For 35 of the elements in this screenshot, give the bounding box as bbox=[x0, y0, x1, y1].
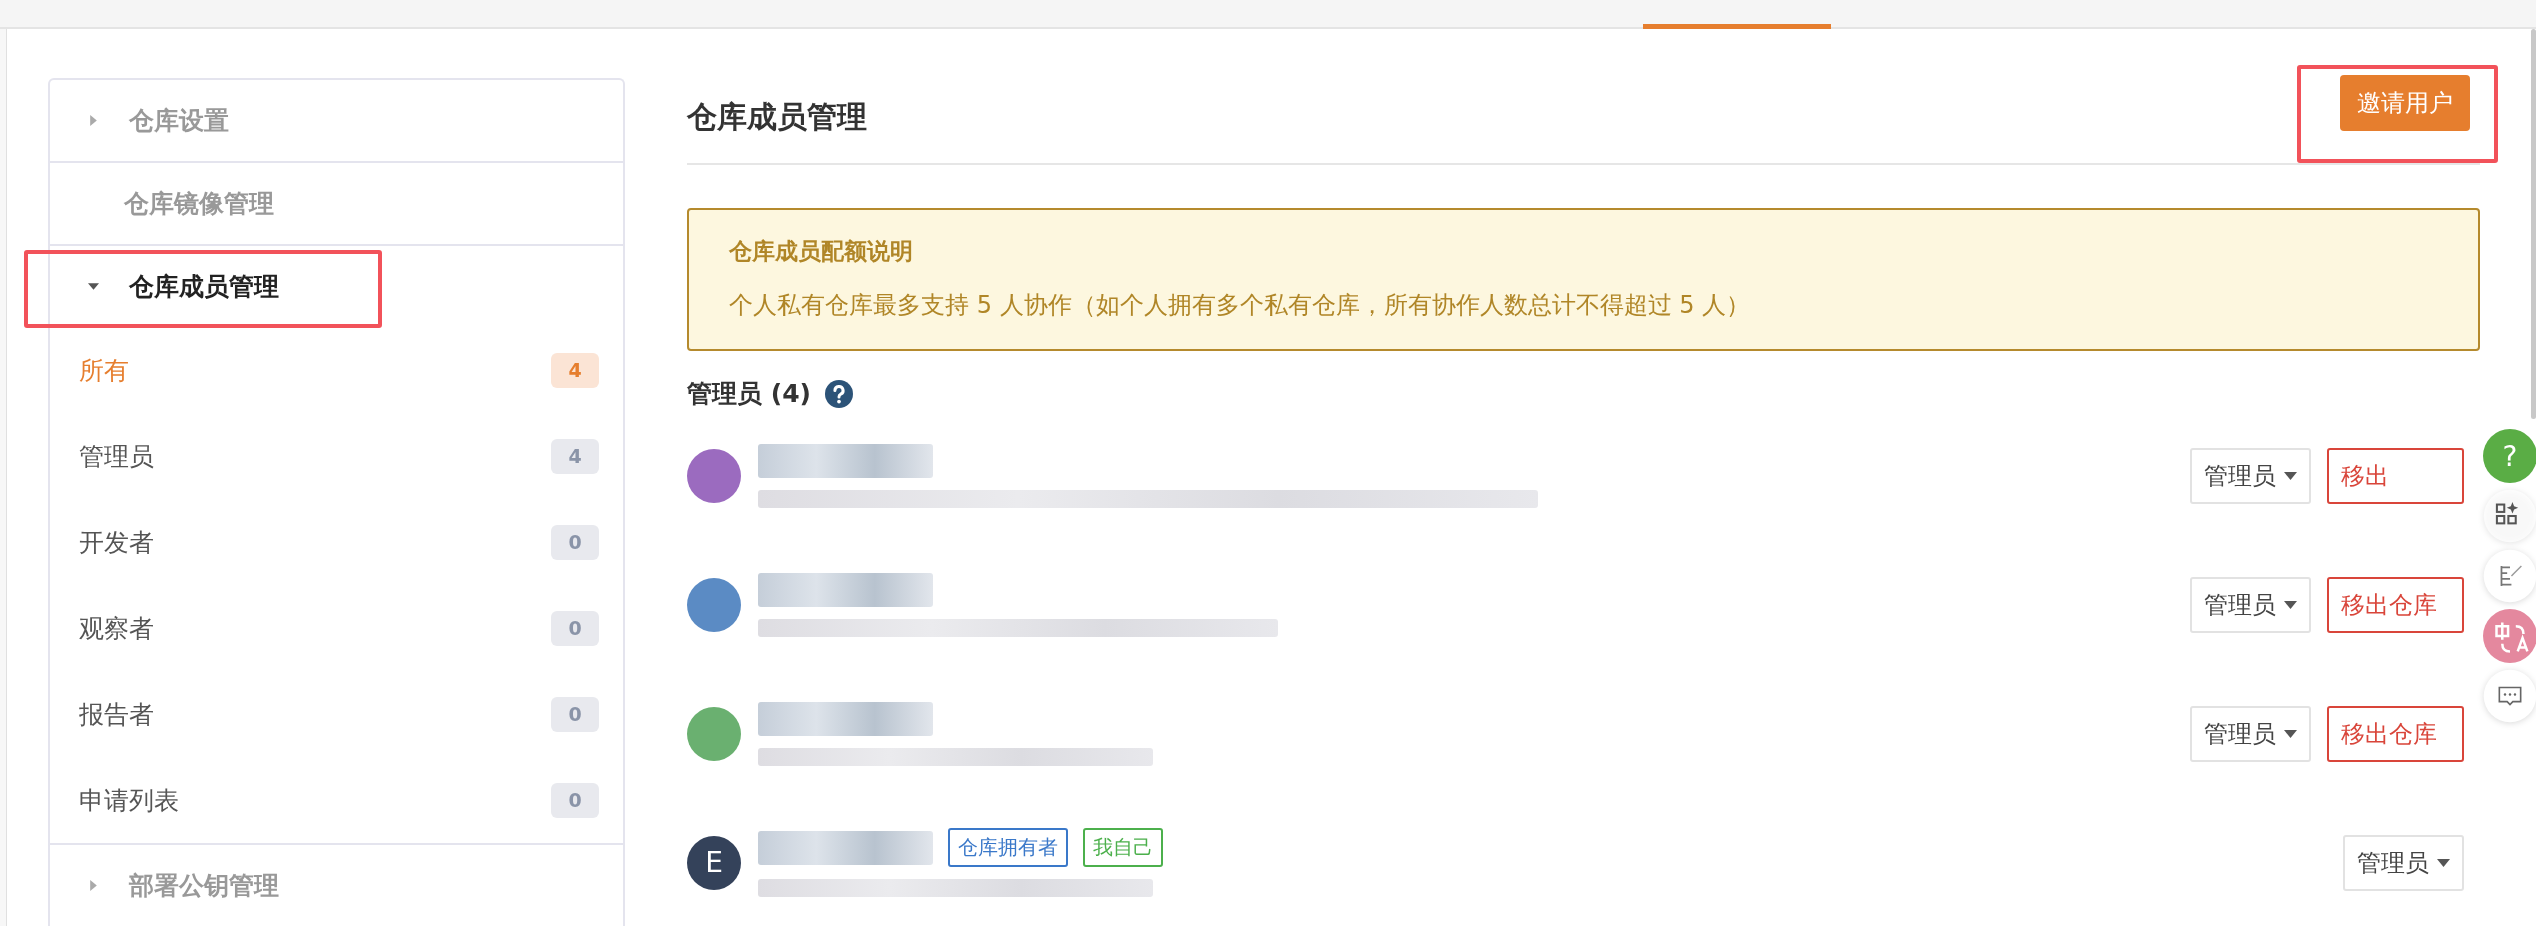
caret-icon bbox=[2284, 471, 2297, 480]
notice-title: 仓库成员配额说明 bbox=[729, 237, 914, 266]
notice-text: 个人私有仓库最多支持 5 人协作（如个人拥有多个私有仓库，所有协作人数总计不得超过 5 人） bbox=[729, 290, 1752, 321]
role-dropdown[interactable]: 管理员 bbox=[2190, 576, 2311, 633]
remove-button[interactable]: 移出仓库 bbox=[2327, 705, 2464, 762]
count-badge: 0 bbox=[551, 524, 599, 560]
role-tag: 仓库拥有者 bbox=[948, 828, 1068, 867]
user-avatar: E bbox=[687, 835, 741, 890]
sidebar-item[interactable]: 管理员 4 bbox=[50, 413, 623, 499]
sidebar-item[interactable]: 观察者 0 bbox=[50, 585, 623, 671]
count-badge: 4 bbox=[551, 438, 599, 474]
page-title: 仓库成员管理 bbox=[687, 97, 867, 136]
role-tag: 我自己 bbox=[1083, 828, 1163, 867]
count-badge: 0 bbox=[551, 782, 599, 818]
sidebar-item[interactable]: 开发者 0 bbox=[50, 499, 623, 585]
sidebar-item[interactable]: 申请列表 0 bbox=[50, 757, 623, 843]
caret-icon bbox=[2284, 729, 2297, 738]
role-dropdown[interactable]: 管理员 bbox=[2190, 705, 2311, 762]
count-badge: 0 bbox=[551, 610, 599, 646]
count-badge: 4 bbox=[551, 352, 599, 388]
sidebar-section[interactable]: 仓库成员管理 bbox=[50, 246, 623, 327]
group-heading: 管理员 (4) bbox=[687, 378, 811, 410]
remove-button[interactable]: 移出仓库 bbox=[2327, 576, 2464, 633]
sidebar-item[interactable]: 报告者 0 bbox=[50, 671, 623, 757]
scrollbar[interactable] bbox=[2531, 29, 2536, 419]
caret-icon bbox=[2437, 858, 2450, 867]
caret-icon bbox=[88, 879, 99, 892]
role-dropdown[interactable]: 管理员 bbox=[2343, 834, 2464, 891]
role-dropdown[interactable]: 管理员 bbox=[2190, 447, 2311, 504]
remove-button[interactable]: 移出 bbox=[2327, 447, 2464, 504]
caret-icon bbox=[87, 281, 100, 292]
help-icon[interactable] bbox=[824, 379, 853, 408]
count-badge: 0 bbox=[551, 696, 599, 732]
caret-icon bbox=[88, 114, 99, 127]
caret-icon bbox=[2284, 600, 2297, 609]
